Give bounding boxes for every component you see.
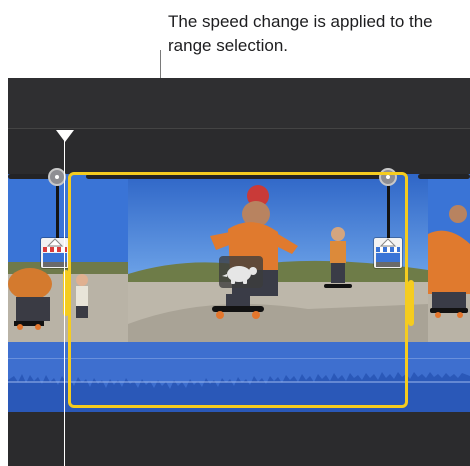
speed-handle-stem-left [56,182,59,238]
playhead-triangle-icon[interactable] [56,130,74,142]
speed-range-bar-right [418,174,470,179]
range-selection[interactable] [68,172,408,408]
range-selection-right-edge-handle[interactable] [408,280,414,326]
turtle-slow-motion-icon [219,256,263,288]
video-clip-right[interactable] [428,174,470,342]
timeline-ruler[interactable] [8,78,470,129]
playhead-line[interactable] [64,133,65,466]
clip-thumbnail-right [428,174,470,342]
callout-text: The speed change is applied to the range… [168,12,433,55]
